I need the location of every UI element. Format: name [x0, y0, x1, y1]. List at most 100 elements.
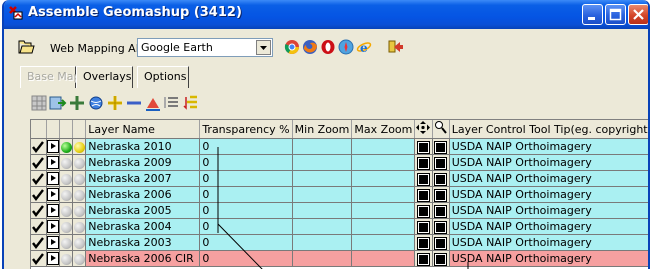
header-transparency[interactable]: Transparency % — [199, 120, 293, 139]
play-button[interactable] — [46, 138, 61, 155]
table-row[interactable]: Nebraska 2007 0 USDA NAIP Orthoimagery — [31, 170, 648, 187]
table-row[interactable]: Nebraska 2010 0 USDA NAIP Orthoimagery — [31, 138, 648, 155]
min-zoom-cell[interactable] — [292, 218, 353, 235]
visible-checkbox[interactable] — [31, 138, 47, 155]
api-select[interactable]: Google Earth — [137, 38, 273, 57]
search-toggle[interactable] — [432, 138, 450, 155]
status-cell[interactable] — [59, 170, 74, 187]
status-cell[interactable] — [59, 234, 74, 251]
move-toggle[interactable] — [414, 154, 433, 171]
safari-icon[interactable] — [338, 39, 354, 55]
grid-icon[interactable] — [30, 94, 48, 112]
visible-checkbox[interactable] — [31, 218, 47, 235]
chevron-down-icon[interactable] — [256, 40, 271, 55]
layer-name-cell[interactable]: Nebraska 2007 — [85, 170, 201, 187]
play-button[interactable] — [46, 154, 61, 171]
header-tooltip[interactable]: Layer Control Tool Tip(eg. copyright) — [449, 120, 648, 139]
status-cell-2[interactable] — [72, 218, 87, 235]
import-icon[interactable] — [49, 94, 67, 112]
layer-name-cell[interactable]: Nebraska 2009 — [85, 154, 201, 171]
add-icon[interactable] — [106, 94, 124, 112]
tab-overlays[interactable]: Overlays — [76, 66, 133, 88]
layer-name-cell[interactable]: Nebraska 2005 — [85, 202, 201, 219]
table-row[interactable]: Nebraska 2005 0 USDA NAIP Orthoimagery — [31, 202, 648, 219]
search-toggle[interactable] — [432, 234, 450, 251]
play-button[interactable] — [46, 218, 61, 235]
min-zoom-cell[interactable] — [292, 154, 353, 171]
status-cell-2[interactable] — [72, 250, 87, 267]
move-up-icon[interactable] — [144, 94, 162, 112]
visible-checkbox[interactable] — [31, 234, 47, 251]
search-toggle[interactable] — [432, 186, 450, 203]
tooltip-cell[interactable]: USDA NAIP Orthoimagery — [449, 154, 648, 171]
table-row[interactable]: Nebraska 2006 CIR 0 USDA NAIP Orthoimagery — [31, 250, 648, 267]
move-toggle[interactable] — [414, 170, 433, 187]
tooltip-cell[interactable]: USDA NAIP Orthoimagery — [449, 218, 648, 235]
move-toggle[interactable] — [414, 218, 433, 235]
max-zoom-cell[interactable] — [351, 186, 416, 203]
min-zoom-cell[interactable] — [292, 186, 353, 203]
tooltip-cell[interactable]: USDA NAIP Orthoimagery — [449, 202, 648, 219]
transparency-cell[interactable]: 0 — [199, 138, 293, 155]
header-search[interactable] — [432, 120, 450, 139]
add-layer-icon[interactable] — [68, 94, 86, 112]
min-zoom-cell[interactable] — [292, 138, 353, 155]
transparency-cell[interactable]: 0 — [199, 202, 293, 219]
search-toggle[interactable] — [432, 218, 450, 235]
play-button[interactable] — [46, 234, 61, 251]
status-cell-2[interactable] — [72, 186, 87, 203]
export-arrow-icon[interactable] — [388, 39, 404, 55]
max-zoom-cell[interactable] — [351, 138, 416, 155]
header-move[interactable] — [414, 120, 433, 139]
play-button[interactable] — [46, 250, 61, 267]
globe-icon[interactable] — [87, 94, 105, 112]
min-zoom-cell[interactable] — [292, 250, 353, 267]
opera-icon[interactable] — [320, 39, 336, 55]
max-zoom-cell[interactable] — [351, 170, 416, 187]
transparency-cell[interactable]: 0 — [199, 170, 293, 187]
visible-checkbox[interactable] — [31, 154, 47, 171]
status-cell[interactable] — [59, 138, 74, 155]
layer-name-cell[interactable]: Nebraska 2003 — [85, 234, 201, 251]
table-row[interactable]: Nebraska 2006 0 USDA NAIP Orthoimagery — [31, 186, 648, 203]
move-toggle[interactable] — [414, 234, 433, 251]
layer-name-cell[interactable]: Nebraska 2006 CIR — [85, 250, 201, 267]
play-button[interactable] — [46, 202, 61, 219]
search-toggle[interactable] — [432, 154, 450, 171]
layer-name-cell[interactable]: Nebraska 2006 — [85, 186, 201, 203]
search-toggle[interactable] — [432, 170, 450, 187]
chrome-icon[interactable] — [284, 39, 300, 55]
transparency-cell[interactable]: 0 — [199, 218, 293, 235]
table-row[interactable]: Nebraska 2003 0 USDA NAIP Orthoimagery — [31, 234, 648, 251]
status-cell[interactable] — [59, 186, 74, 203]
move-toggle[interactable] — [414, 202, 433, 219]
firefox-icon[interactable] — [302, 39, 318, 55]
status-cell[interactable] — [59, 154, 74, 171]
header-layer-name[interactable]: Layer Name — [85, 120, 201, 139]
maximize-button[interactable] — [605, 4, 626, 25]
tooltip-cell[interactable]: USDA NAIP Orthoimagery — [449, 234, 648, 251]
visible-checkbox[interactable] — [31, 186, 47, 203]
transparency-cell[interactable]: 0 — [199, 154, 293, 171]
minimize-button[interactable] — [582, 4, 603, 25]
table-row[interactable]: Nebraska 2009 0 USDA NAIP Orthoimagery — [31, 154, 648, 171]
visible-checkbox[interactable] — [31, 170, 47, 187]
min-zoom-cell[interactable] — [292, 170, 353, 187]
search-toggle[interactable] — [432, 250, 450, 267]
max-zoom-cell[interactable] — [351, 154, 416, 171]
transparency-cell[interactable]: 0 — [199, 186, 293, 203]
layer-name-cell[interactable]: Nebraska 2010 — [85, 138, 201, 155]
close-button[interactable] — [628, 4, 648, 25]
ie-icon[interactable]: e — [356, 39, 372, 55]
transparency-cell[interactable]: 0 — [199, 250, 293, 267]
status-cell-2[interactable] — [72, 138, 87, 155]
header-min-zoom[interactable]: Min Zoom — [292, 120, 353, 139]
tooltip-cell[interactable]: USDA NAIP Orthoimagery — [449, 186, 648, 203]
min-zoom-cell[interactable] — [292, 202, 353, 219]
play-button[interactable] — [46, 186, 61, 203]
status-cell-2[interactable] — [72, 170, 87, 187]
folder-icon[interactable] — [18, 40, 35, 54]
sort-icon[interactable] — [182, 94, 200, 112]
move-toggle[interactable] — [414, 138, 433, 155]
status-cell[interactable] — [59, 250, 74, 267]
